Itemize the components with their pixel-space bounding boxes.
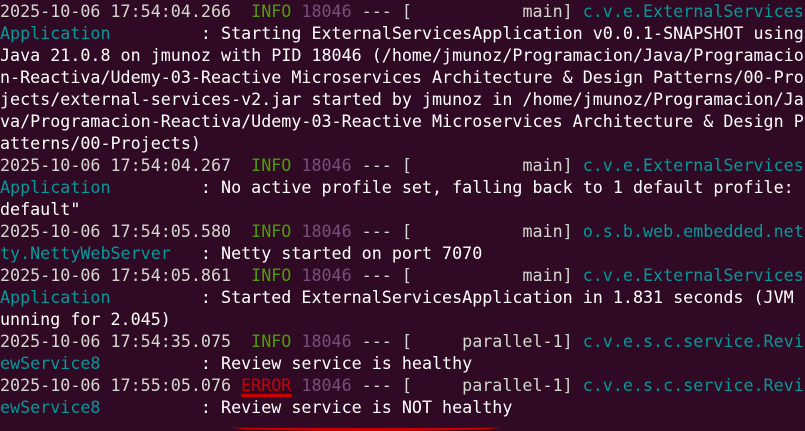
log-segment-msg: : Starting ExternalServicesApplication v…	[190, 23, 804, 43]
terminal-line: default"	[0, 198, 80, 220]
log-segment-ts: 2025-10-06 17:54:05.861	[0, 265, 252, 285]
log-segment-logger: c.v.e.ExternalServices	[582, 155, 804, 175]
terminal-line: n-Reactiva/Udemy-03-Reactive Microservic…	[0, 66, 804, 88]
terminal-output[interactable]: 2025-10-06 17:54:04.266 INFO 18046 --- […	[0, 0, 805, 429]
log-segment-ts: 2025-10-06 17:55:05.076	[0, 375, 242, 395]
terminal-line: ewService8 : Review service is healthy	[0, 352, 472, 374]
terminal-line: 2025-10-06 17:54:04.267 INFO 18046 --- […	[0, 154, 804, 176]
log-segment-thread: parallel-1]	[462, 375, 583, 395]
log-segment-dim	[291, 375, 301, 395]
log-segment-pid: 18046	[301, 375, 352, 395]
log-segment-logger: Application	[0, 177, 191, 197]
log-segment-ts: 2025-10-06 17:54:35.075	[0, 331, 252, 351]
log-segment-lvl-info: INFO	[251, 331, 302, 351]
log-segment-logger: c.v.e.s.c.service.Revi	[582, 331, 804, 351]
log-segment-lvl-info: INFO	[251, 221, 302, 241]
log-segment-msg: : No active profile set, falling back to…	[190, 177, 805, 197]
terminal-line: Java 21.0.8 on jmunoz with PID 18046 (/h…	[0, 44, 804, 66]
terminal-line: jects/external-services-v2.jar started b…	[0, 88, 804, 110]
log-segment-thread: main]	[522, 155, 583, 175]
log-segment-lvl-info: INFO	[251, 1, 302, 21]
log-segment-pid: 18046	[301, 331, 352, 351]
log-segment-msg: : Started ExternalServicesApplication in…	[190, 287, 805, 307]
terminal-line: 2025-10-06 17:54:04.266 INFO 18046 --- […	[0, 0, 804, 22]
log-segment-pid: 18046	[301, 265, 352, 285]
log-segment-logger: c.v.e.s.c.service.Revi	[582, 375, 804, 395]
log-segment-msg: : Review service is healthy	[190, 353, 473, 373]
log-segment-pid: 18046	[301, 221, 352, 241]
log-segment-dim: --- [	[351, 155, 523, 175]
terminal-line: ty.NettyWebServer : Netty started on por…	[0, 242, 482, 264]
log-segment-thread: main]	[522, 1, 583, 21]
log-segment-dim: --- [	[351, 265, 523, 285]
terminal-line: va/Programacion-Reactiva/Udemy-03-Reacti…	[0, 110, 804, 132]
terminal-line: atterns/00-Projects)	[0, 132, 201, 154]
terminal-line: Application : Starting ExternalServicesA…	[0, 22, 804, 44]
log-segment-dim: --- [	[351, 221, 523, 241]
log-segment-msg: : Review service is NOT healthy	[190, 397, 513, 417]
log-segment-dim: --- [	[351, 375, 463, 395]
log-segment-logger: ty.NettyWebServer	[0, 243, 191, 263]
log-segment-dim: --- [	[351, 1, 523, 21]
log-segment-logger: c.v.e.ExternalServices	[582, 265, 804, 285]
terminal-line: Application : Started ExternalServicesAp…	[0, 286, 805, 308]
log-segment-ts: 2025-10-06 17:54:05.580	[0, 221, 252, 241]
log-segment-thread: main]	[522, 265, 583, 285]
log-segment-thread: parallel-1]	[462, 331, 583, 351]
terminal-line: Application : No active profile set, fal…	[0, 176, 805, 198]
log-segment-logger: c.v.e.ExternalServices	[582, 1, 804, 21]
highlight-underline	[232, 424, 500, 431]
log-segment-lvl-info: INFO	[251, 265, 302, 285]
log-segment-msg: default"	[0, 199, 81, 219]
log-segment-dim: --- [	[351, 331, 463, 351]
log-segment-msg: jects/external-services-v2.jar started b…	[0, 89, 804, 109]
terminal-line: ewService8 : Review service is NOT healt…	[0, 396, 512, 418]
log-segment-msg: : Netty started on port 7070	[190, 243, 483, 263]
log-segment-ts: 2025-10-06 17:54:04.266	[0, 1, 252, 21]
log-segment-logger: ewService8	[0, 353, 191, 373]
log-segment-thread: main]	[522, 221, 583, 241]
log-segment-msg: unning for 2.045)	[0, 309, 171, 329]
log-segment-ts: 2025-10-06 17:54:04.267	[0, 155, 252, 175]
log-segment-lvl-error: ERROR	[241, 375, 292, 395]
terminal-line: 2025-10-06 17:54:35.075 INFO 18046 --- […	[0, 330, 804, 352]
log-segment-pid: 18046	[301, 1, 352, 21]
log-segment-lvl-info: INFO	[251, 155, 302, 175]
terminal-line: 2025-10-06 17:54:05.580 INFO 18046 --- […	[0, 220, 804, 242]
terminal-line: 2025-10-06 17:55:05.076 ERROR 18046 --- …	[0, 374, 804, 396]
log-segment-msg: atterns/00-Projects)	[0, 133, 201, 153]
log-segment-msg: va/Programacion-Reactiva/Udemy-03-Reacti…	[0, 111, 804, 131]
log-segment-pid: 18046	[301, 155, 352, 175]
log-segment-msg: n-Reactiva/Udemy-03-Reactive Microservic…	[0, 67, 804, 87]
log-segment-logger: Application	[0, 287, 191, 307]
log-segment-logger: ewService8	[0, 397, 191, 417]
log-segment-logger: o.s.b.web.embedded.net	[582, 221, 804, 241]
terminal-line: unning for 2.045)	[0, 308, 171, 330]
terminal-line: 2025-10-06 17:54:05.861 INFO 18046 --- […	[0, 264, 804, 286]
log-segment-logger: Application	[0, 23, 191, 43]
log-segment-msg: Java 21.0.8 on jmunoz with PID 18046 (/h…	[0, 45, 804, 65]
